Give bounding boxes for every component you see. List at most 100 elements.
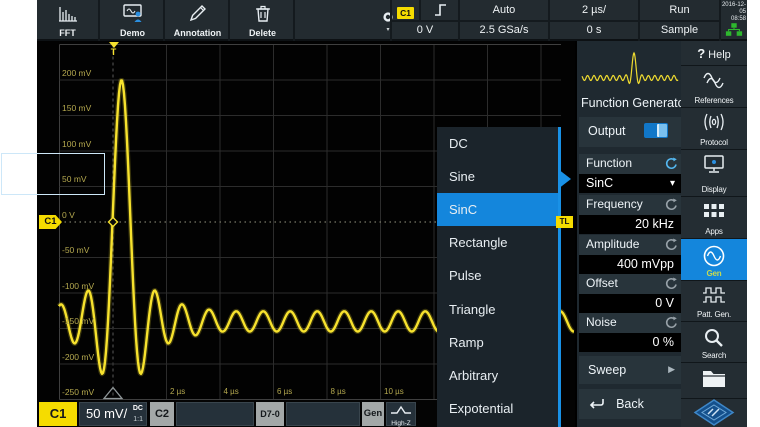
sidebar-item-references[interactable]: References [681, 66, 747, 108]
frequency-field-value[interactable]: 20 kHz [579, 215, 681, 234]
trigger-slope-cell[interactable] [419, 0, 460, 20]
timebase-cell[interactable]: 2 µs/ 0 s [548, 0, 638, 41]
x-axis-label: 10 µs [384, 387, 404, 396]
sidebar-item-label: Apps [681, 227, 747, 236]
acquisition-mode-value[interactable]: Sample [640, 21, 719, 40]
toggle-knob [657, 124, 667, 137]
sweep-row[interactable]: Sweep ▶ [579, 356, 681, 384]
display-icon [681, 154, 747, 180]
menu-item-rectangle[interactable]: Rectangle [437, 226, 558, 259]
run-state-cell[interactable]: Run Sample [638, 0, 719, 41]
sidebar-item-file[interactable] [681, 363, 747, 399]
channel1-scale-cell[interactable]: 50 mV/ DC 1:1 [79, 402, 147, 426]
acquisition-cell[interactable]: Auto 2.5 GSa/s [458, 0, 548, 41]
demo-button[interactable]: Demo [102, 0, 165, 41]
menu-item-ramp[interactable]: Ramp [437, 326, 558, 359]
delete-button[interactable]: Delete [232, 0, 295, 41]
output-row[interactable]: Output [579, 117, 681, 147]
sidebar-item-patt-gen[interactable]: Patt. Gen. [681, 281, 747, 322]
function-field-label[interactable]: Function [579, 154, 681, 174]
fft-icon [37, 2, 98, 24]
frequency-field-label[interactable]: Frequency [579, 195, 681, 215]
y-axis-label: 0 V [62, 210, 75, 220]
field-label-text: Frequency [586, 197, 643, 211]
trigger-level-marker[interactable]: TL [556, 216, 573, 228]
sidebar-item-display[interactable]: Display [681, 150, 747, 197]
toolbar-button-label: Delete [232, 28, 293, 38]
top-toolbar: FFTDemoAnnotationDelete ▾ C1 0 V Auto [37, 0, 747, 41]
trigger-source-cell[interactable]: C1 0 V [390, 0, 458, 41]
trigger-point-diamond-marker[interactable] [109, 218, 118, 227]
annotation-button[interactable]: Annotation [167, 0, 230, 41]
chevron-down-icon[interactable]: ▾ [670, 174, 675, 193]
channel1-coupling: DC [133, 405, 143, 412]
sidebar-item-help[interactable]: ?Help [681, 41, 747, 66]
sidebar-item-label: Help [708, 49, 731, 61]
output-toggle[interactable] [644, 123, 668, 138]
digital-channels-cell[interactable] [286, 402, 360, 426]
sidebar-item-apps[interactable]: Apps [681, 197, 747, 239]
noise-field-label[interactable]: Noise [579, 313, 681, 333]
rising-edge-icon [433, 2, 449, 18]
menu-item-arbitrary[interactable]: Arbitrary [437, 359, 558, 392]
channel1-probe-ratio: 1:1 [133, 416, 143, 423]
date-text: 2016-12-05 [721, 2, 746, 16]
menu-item-sinc[interactable]: SinC [437, 193, 558, 226]
x-axis-label: 2 µs [170, 387, 185, 396]
amplitude-field-label[interactable]: Amplitude [579, 235, 681, 255]
menu-item-triangle[interactable]: Triangle [437, 293, 558, 326]
channel1-badge[interactable]: C1 [39, 402, 77, 426]
trigger-marker-label: T [106, 48, 121, 57]
generator-badge[interactable]: Gen [362, 402, 384, 426]
toolbar-button-label: Demo [102, 28, 163, 38]
menu-item-sine[interactable]: Sine [437, 160, 558, 193]
channel2-cell[interactable] [176, 402, 254, 426]
sidebar-item-label: Protocol [681, 138, 747, 147]
annotation-pencil-icon [167, 2, 228, 24]
y-axis-label: 150 mV [62, 103, 91, 113]
menu-item-expotential[interactable]: Expotential [437, 392, 558, 425]
trigger-position-marker[interactable]: T [106, 42, 121, 57]
sidebar-item-protocol[interactable]: Protocol [681, 108, 747, 150]
run-state-value[interactable]: Run [640, 1, 719, 20]
channel1-scale-value: 50 mV/ [86, 406, 127, 421]
function-generator-panel: Function Generator Output FunctionSinC▾F… [575, 41, 681, 427]
trigger-source-badge[interactable]: C1 [397, 7, 414, 19]
oscilloscope-ui: FFTDemo AnnotationDelete ▾ C1 0 V Auto [0, 0, 760, 427]
field-value-text: 0 V [655, 296, 674, 310]
timebase-value[interactable]: 2 µs/ [550, 1, 638, 20]
digital-channels-badge[interactable]: D7-0 [256, 402, 284, 426]
menu-item-dc[interactable]: DC [437, 127, 558, 160]
noise-field-value[interactable]: 0 % [579, 333, 681, 352]
generator-cell[interactable]: High-Z [386, 402, 416, 426]
sweep-label: Sweep [588, 363, 626, 377]
sidebar-item-label: Patt. Gen. [681, 310, 747, 319]
trigger-mode-value[interactable]: Auto [460, 1, 548, 20]
field-label-text: Amplitude [586, 237, 639, 251]
field-value-text: 20 kHz [635, 217, 674, 231]
folder-icon [681, 367, 747, 393]
sample-rate-value[interactable]: 2.5 GSa/s [460, 21, 548, 40]
protocol-icon [681, 112, 747, 137]
function-dropdown-menu: DCSineSinCRectanglePulseTriangleRampArbi… [437, 127, 561, 427]
network-icon [725, 22, 743, 37]
back-button[interactable]: Back [579, 389, 681, 419]
offset-field-value[interactable]: 0 V [579, 294, 681, 313]
field-label-text: Offset [586, 276, 618, 290]
menu-item-pulse[interactable]: Pulse [437, 259, 558, 292]
trigger-level-value[interactable]: 0 V [392, 21, 458, 40]
function-field-value[interactable]: SinC▾ [579, 174, 681, 193]
sidebar-item-label: Display [681, 185, 747, 194]
offset-field-label[interactable]: Offset [579, 274, 681, 294]
fft-button[interactable]: FFT [37, 0, 100, 41]
y-axis-label: -150 mV [62, 316, 94, 326]
channel2-badge[interactable]: C2 [150, 402, 174, 426]
generator-impedance: High-Z [387, 421, 415, 427]
sidebar-item-label: Gen [681, 269, 747, 278]
amplitude-field-value[interactable]: 400 mVpp [579, 255, 681, 274]
delete-trash-icon [232, 2, 293, 24]
horizontal-position-value[interactable]: 0 s [550, 21, 638, 40]
sidebar-item-gen[interactable]: Gen [681, 239, 747, 281]
sidebar-item-search[interactable]: Search [681, 322, 747, 363]
sidebar-item-label: Search [681, 351, 747, 360]
